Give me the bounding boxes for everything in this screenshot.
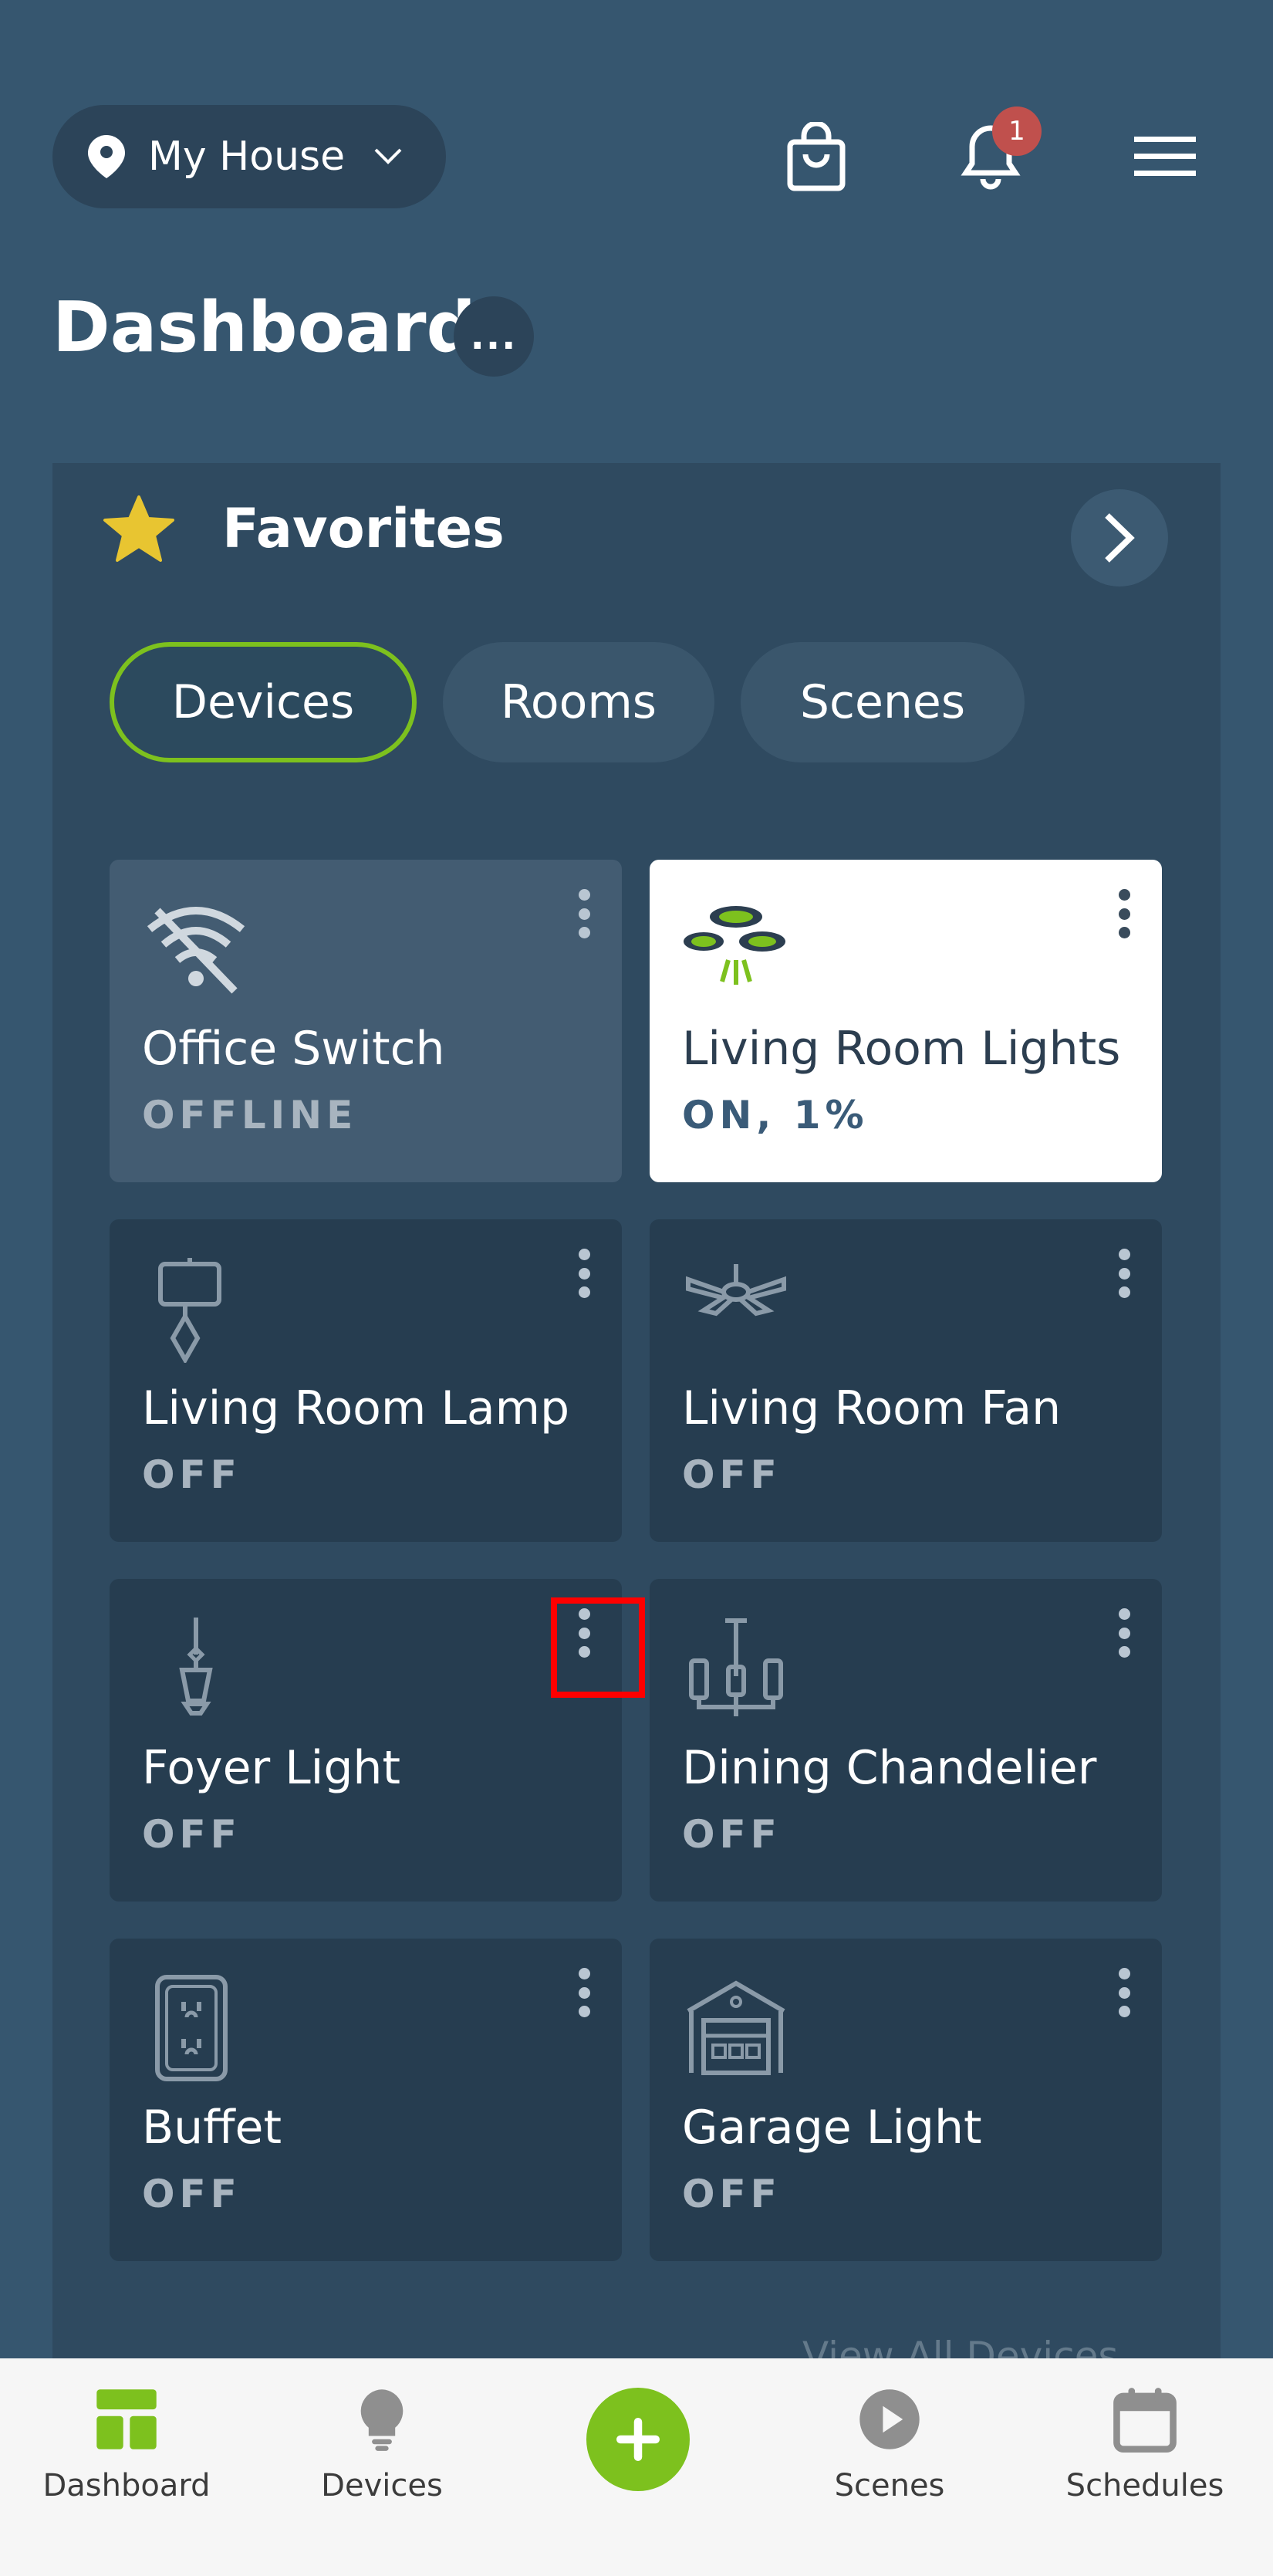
add-button[interactable]: [586, 2388, 690, 2491]
dashboard-more-button[interactable]: ...: [454, 296, 534, 377]
kebab-menu-icon[interactable]: [1105, 1242, 1143, 1304]
favorites-title: Favorites: [222, 497, 505, 560]
device-state: OFF: [682, 1452, 782, 1497]
device-card-living-room-lights[interactable]: Living Room Lights ON, 1%: [650, 860, 1162, 1182]
menu-button[interactable]: [1126, 116, 1204, 197]
chevron-down-icon: [374, 148, 402, 164]
garage-icon: [687, 1980, 785, 2075]
kebab-menu-icon[interactable]: [565, 883, 603, 945]
tab-scenes[interactable]: Scenes: [741, 642, 1025, 762]
calendar-icon: [1113, 2388, 1177, 2453]
device-card-buffet[interactable]: Buffet OFF: [110, 1939, 622, 2261]
page-title: Dashboard: [52, 287, 476, 368]
device-name: Living Room Lamp: [142, 1381, 570, 1435]
kebab-menu-icon[interactable]: [1105, 883, 1143, 945]
selection-highlight: [551, 1597, 645, 1698]
device-state: OFF: [682, 2172, 782, 2216]
nav-label: Dashboard: [42, 2468, 211, 2503]
bulb-icon: [360, 2389, 404, 2451]
device-name: Office Switch: [142, 1022, 445, 1076]
chandelier-icon: [689, 1618, 783, 1716]
kebab-menu-icon[interactable]: [1105, 1602, 1143, 1664]
bottom-nav: Dashboard Devices Scenes Schedules: [0, 2358, 1273, 2576]
outlet-icon: [155, 1975, 228, 2081]
pendant-light-icon: [179, 1618, 213, 1716]
hamburger-menu-icon: [1134, 136, 1196, 176]
favorites-expand-button[interactable]: [1071, 489, 1168, 587]
device-card-living-room-lamp[interactable]: Living Room Lamp OFF: [110, 1219, 622, 1542]
device-name: Buffet: [142, 2101, 282, 2155]
kebab-menu-icon[interactable]: [1105, 1962, 1143, 2023]
location-name: My House: [148, 134, 346, 180]
device-state: OFF: [682, 1812, 782, 1857]
nav-label: Scenes: [834, 2468, 945, 2503]
device-state: OFFLINE: [142, 1093, 358, 1138]
device-state: OFF: [142, 1452, 241, 1497]
device-name: Foyer Light: [142, 1741, 400, 1795]
device-name: Living Room Lights: [682, 1022, 1121, 1076]
star-icon: [103, 495, 174, 562]
device-card-living-room-fan[interactable]: Living Room Fan OFF: [650, 1219, 1162, 1542]
nav-scenes[interactable]: Scenes: [774, 2386, 1005, 2541]
dashboard-icon: [96, 2389, 157, 2449]
kebab-menu-icon[interactable]: [565, 1242, 603, 1304]
lamp-icon: [158, 1258, 221, 1363]
device-state: ON, 1%: [682, 1093, 869, 1138]
kebab-menu-icon[interactable]: [551, 1597, 645, 1698]
device-name: Garage Light: [682, 2101, 982, 2155]
device-card-foyer-light[interactable]: Foyer Light OFF: [110, 1579, 645, 1902]
ceiling-lights-icon: [684, 906, 785, 985]
ceiling-fan-icon: [686, 1264, 786, 1317]
device-name: Living Room Fan: [682, 1381, 1062, 1435]
shopping-bag-icon: [787, 121, 846, 191]
chevron-right-icon: [1105, 513, 1135, 563]
tab-rooms[interactable]: Rooms: [443, 642, 714, 762]
shop-button[interactable]: [778, 116, 855, 197]
location-pin-icon: [88, 135, 125, 178]
play-icon: [859, 2389, 920, 2449]
tab-devices[interactable]: Devices: [110, 642, 417, 762]
nav-schedules[interactable]: Schedules: [1029, 2386, 1261, 2541]
device-card-dining-chandelier[interactable]: Dining Chandelier OFF: [650, 1579, 1162, 1902]
plus-icon: [616, 2418, 660, 2461]
nav-devices[interactable]: Devices: [266, 2386, 498, 2541]
favorites-tabs: Devices Rooms Scenes: [110, 642, 1025, 762]
location-selector[interactable]: My House: [52, 105, 446, 208]
device-card-office-switch[interactable]: Office Switch OFFLINE: [110, 860, 622, 1182]
nav-label: Devices: [321, 2468, 443, 2503]
device-card-garage-light[interactable]: Garage Light OFF: [650, 1939, 1162, 2261]
nav-label: Schedules: [1065, 2468, 1224, 2503]
device-state: OFF: [142, 1812, 241, 1857]
nav-dashboard[interactable]: Dashboard: [11, 2386, 242, 2541]
device-state: OFF: [142, 2172, 241, 2216]
kebab-menu-icon[interactable]: [565, 1962, 603, 2023]
favorites-panel: Favorites Devices Rooms Scenes Office Sw…: [52, 463, 1221, 2361]
wifi-off-icon: [147, 907, 245, 994]
device-name: Dining Chandelier: [682, 1741, 1097, 1795]
notification-badge: 1: [992, 106, 1042, 156]
